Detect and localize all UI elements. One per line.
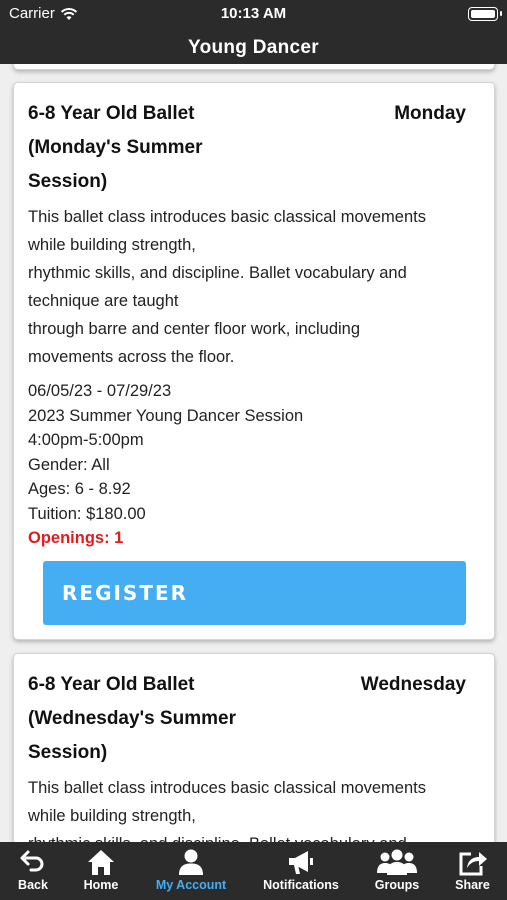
share-icon xyxy=(459,852,487,876)
class-header: 6-8 Year Old Ballet (Wednesday's Summer … xyxy=(28,668,480,778)
home-icon xyxy=(88,850,114,875)
description-line: rhythmic skills, and discipline. Ballet … xyxy=(28,830,488,842)
tab-back[interactable]: Back xyxy=(0,842,66,900)
description-line: while building strength, xyxy=(28,236,196,254)
class-day: Wednesday xyxy=(360,674,466,695)
description-line: rhythmic skills, and discipline. Ballet … xyxy=(28,264,407,282)
description-line: while building strength, xyxy=(28,807,196,825)
group-icon xyxy=(377,849,417,875)
class-title: 6-8 Year Old Ballet (Wednesday's Summer … xyxy=(28,674,236,763)
class-list[interactable]: 6-8 Year Old Ballet (Monday's Summer Ses… xyxy=(0,64,507,842)
battery-icon xyxy=(468,7,502,21)
class-time: 4:00pm-5:00pm xyxy=(28,431,144,449)
tab-label: Groups xyxy=(374,878,420,892)
tab-home[interactable]: Home xyxy=(66,842,136,900)
class-ages: Ages: 6 - 8.92 xyxy=(28,480,131,498)
tab-label: Notifications xyxy=(263,878,339,892)
megaphone-icon xyxy=(289,851,313,874)
top-bar: Carrier 10:13 AM Young Dancer xyxy=(0,0,507,64)
tab-my-account[interactable]: My Account xyxy=(136,842,246,900)
class-card: 6-8 Year Old Ballet (Wednesday's Summer … xyxy=(13,653,495,842)
class-openings: Openings: 1 xyxy=(28,529,124,547)
class-tuition: Tuition: $180.00 xyxy=(28,504,146,523)
class-session: 2023 Summer Young Dancer Session xyxy=(28,406,304,425)
tab-label: Back xyxy=(18,878,48,892)
description-line: This ballet class introduces basic class… xyxy=(28,208,426,226)
description-line: movements across the floor. xyxy=(28,348,235,366)
tab-notifications[interactable]: Notifications xyxy=(246,842,356,900)
page-title: Young Dancer xyxy=(188,37,319,58)
class-card-previous xyxy=(13,64,495,70)
register-button[interactable]: REGISTER xyxy=(43,561,466,625)
description-line: technique are taught xyxy=(28,292,179,310)
class-dates: 06/05/23 - 07/29/23 xyxy=(28,382,172,400)
back-arrow-icon xyxy=(20,850,44,872)
class-gender: Gender: All xyxy=(28,455,110,474)
class-details: 06/05/23 - 07/29/23 2023 Summer Young Da… xyxy=(28,379,303,551)
tab-label: Share xyxy=(455,878,490,892)
class-header: 6-8 Year Old Ballet (Monday's Summer Ses… xyxy=(28,97,480,207)
class-description: This ballet class introduces basic class… xyxy=(28,774,488,842)
class-card: 6-8 Year Old Ballet (Monday's Summer Ses… xyxy=(13,82,495,640)
tab-label: My Account xyxy=(155,878,227,892)
class-description: This ballet class introduces basic class… xyxy=(28,203,488,371)
user-icon xyxy=(179,849,203,875)
status-time: 10:13 AM xyxy=(220,5,287,22)
description-line: through barre and center floor work, inc… xyxy=(28,320,361,338)
tab-bar: Back Home My Account Notifications Group… xyxy=(0,842,507,900)
tab-groups[interactable]: Groups xyxy=(356,842,438,900)
class-day: Monday xyxy=(394,103,466,124)
tab-label: Home xyxy=(83,878,119,892)
description-line: This ballet class introduces basic class… xyxy=(28,779,426,797)
tab-share[interactable]: Share xyxy=(438,842,507,900)
class-title: 6-8 Year Old Ballet (Monday's Summer Ses… xyxy=(28,103,203,192)
